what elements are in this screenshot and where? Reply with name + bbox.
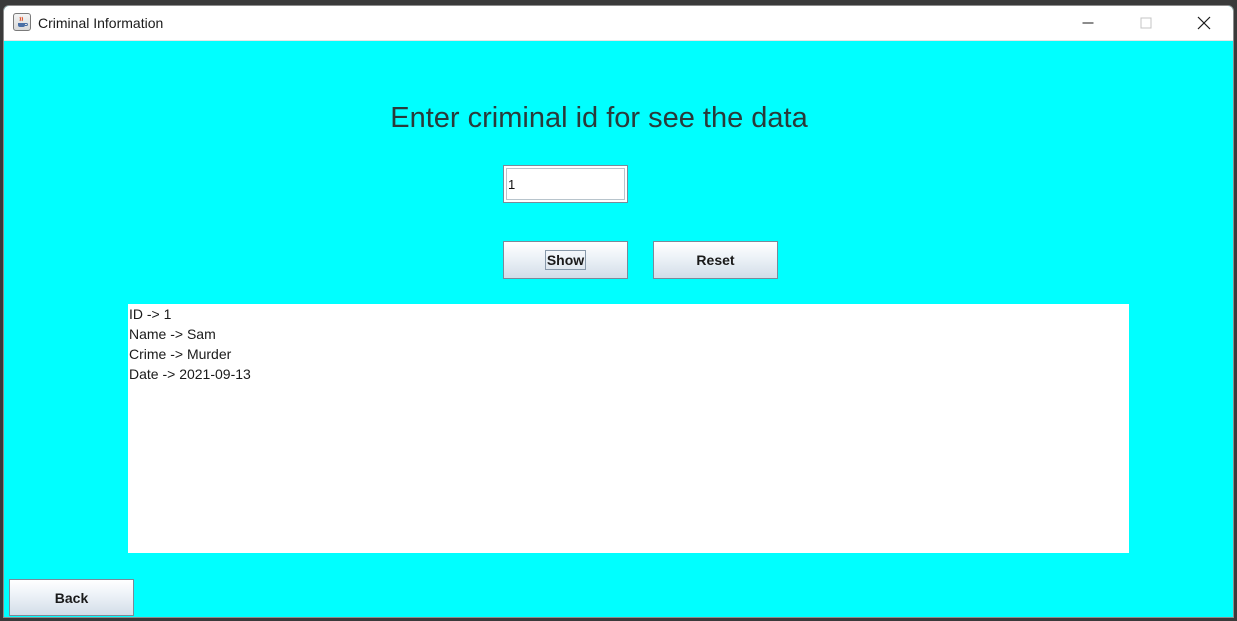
criminal-information-window: Criminal Information Enter criminal id f… [3, 5, 1234, 618]
criminal-data-output[interactable]: ID -> 1 Name -> Sam Crime -> Murder Date… [128, 304, 1129, 553]
window-title: Criminal Information [38, 15, 164, 31]
close-icon [1197, 16, 1211, 30]
back-button[interactable]: Back [9, 579, 134, 616]
minimize-button[interactable] [1059, 6, 1117, 40]
show-button[interactable]: Show [503, 241, 628, 279]
show-button-label: Show [544, 250, 587, 270]
output-line-name: Name -> Sam [129, 326, 216, 342]
output-line-id: ID -> 1 [129, 306, 172, 322]
output-line-date: Date -> 2021-09-13 [129, 366, 251, 382]
output-line-crime: Crime -> Murder [129, 346, 232, 362]
maximize-button[interactable] [1117, 6, 1175, 40]
criminal-id-input[interactable] [503, 165, 628, 203]
reset-button[interactable]: Reset [653, 241, 778, 279]
java-app-icon [13, 13, 31, 31]
reset-button-label: Reset [696, 252, 735, 268]
maximize-icon [1140, 17, 1152, 29]
java-cup-icon [18, 16, 28, 27]
minimize-icon [1082, 22, 1094, 24]
close-button[interactable] [1175, 6, 1233, 40]
title-bar[interactable]: Criminal Information [4, 6, 1233, 41]
back-button-label: Back [54, 589, 89, 606]
page-heading: Enter criminal id for see the data [390, 102, 808, 134]
